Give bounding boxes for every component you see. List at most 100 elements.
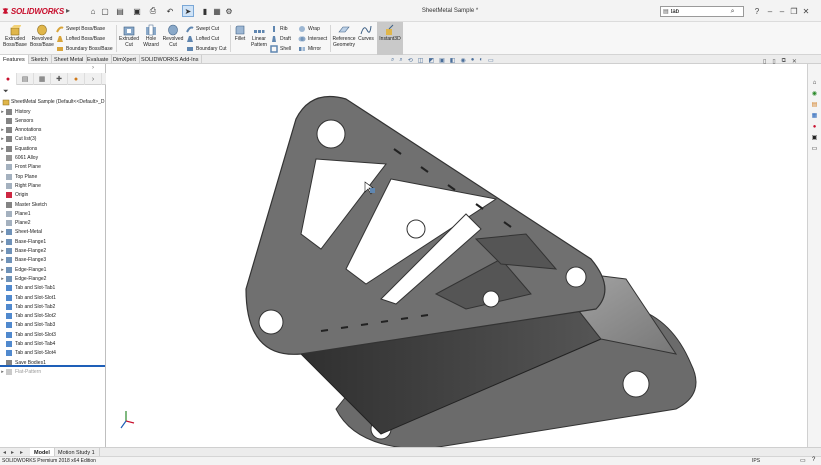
tree-item[interactable]: Plane2 xyxy=(0,219,31,228)
curves-button[interactable]: Curves xyxy=(357,22,375,55)
display-manager-tab-icon[interactable]: ● xyxy=(68,73,85,85)
tab-features[interactable]: Features xyxy=(0,55,29,64)
revolved-boss-button[interactable]: Revolved Boss/Base xyxy=(29,22,55,55)
property-manager-tab-icon[interactable]: ▤ xyxy=(17,73,34,85)
tree-item[interactable]: 6061 Alloy xyxy=(0,154,38,163)
reference-geometry-button[interactable]: Reference Geometry xyxy=(332,22,356,55)
tree-item[interactable]: Origin xyxy=(0,191,28,200)
tree-item[interactable]: Tab and Slot-Tab3 xyxy=(0,321,55,330)
tree-item[interactable]: ▸ Cut list(3) xyxy=(0,135,36,144)
tree-item[interactable]: ▸ History xyxy=(0,107,31,116)
tree-root[interactable]: SheetMetal Sample (Default<<Default>_D xyxy=(2,98,105,106)
search-icon[interactable]: ⌕ xyxy=(731,8,735,16)
extruded-boss-button[interactable]: Extruded Boss/Base xyxy=(2,22,28,55)
wrap-button[interactable]: Wrap xyxy=(298,24,320,33)
search-input[interactable] xyxy=(670,8,731,15)
status-help-icon[interactable]: ? xyxy=(812,457,815,463)
tree-item[interactable]: Right Plane xyxy=(0,181,41,190)
linear-pattern-button[interactable]: Linear Pattern xyxy=(249,22,269,55)
tree-item[interactable]: ▸ Edge-Flange1 xyxy=(0,265,46,274)
minimize-icon[interactable]: – xyxy=(777,6,787,16)
menu-expand-icon[interactable]: ▸ xyxy=(66,6,72,16)
undo-icon[interactable]: ↶ xyxy=(165,6,175,16)
swept-boss-button[interactable]: Swept Boss/Base xyxy=(56,24,105,33)
panel-tabs-more-icon[interactable]: › xyxy=(85,73,102,85)
rib-button[interactable]: Rib xyxy=(270,24,288,33)
rollback-bar[interactable] xyxy=(0,365,105,368)
lofted-cut-button[interactable]: Lofted Cut xyxy=(186,34,219,43)
tree-item[interactable]: Tab and Slot-Tab1 xyxy=(0,284,55,293)
file-explorer-icon[interactable]: ▤ xyxy=(810,100,819,109)
home-icon[interactable]: ⌂ xyxy=(88,6,98,16)
tree-item[interactable]: Tab and Slot-Slot3 xyxy=(0,330,56,339)
save-icon[interactable]: ▣ xyxy=(132,6,142,16)
configuration-manager-tab-icon[interactable]: ▦ xyxy=(34,73,51,85)
tree-item[interactable]: Tab and Slot-Slot2 xyxy=(0,312,56,321)
tree-item[interactable]: Top Plane xyxy=(0,172,37,181)
tab-sheet-metal[interactable]: Sheet Metal xyxy=(51,55,88,64)
close-icon[interactable]: ✕ xyxy=(801,6,811,16)
mirror-button[interactable]: Mirror xyxy=(298,44,321,53)
tree-item[interactable]: ▸ Base-Flange3 xyxy=(0,256,46,265)
filter-icon[interactable]: ⏷ xyxy=(3,88,9,95)
boundary-boss-button[interactable]: Boundary Boss/Base xyxy=(56,44,113,53)
tab-scroll-end-icon[interactable]: ▸ xyxy=(20,449,23,456)
instant3d-button[interactable]: Instant3D xyxy=(377,22,403,55)
print-icon[interactable]: ⎙ xyxy=(148,6,158,16)
tooltips-icon[interactable]: ▭ xyxy=(800,457,806,464)
tab-dimxpert[interactable]: DimXpert xyxy=(110,55,140,64)
tree-item[interactable]: ▸ Base-Flange1 xyxy=(0,237,46,246)
tab-sketch[interactable]: Sketch xyxy=(28,55,52,64)
tab-scroll-right-icon[interactable]: ▸ xyxy=(11,449,14,456)
tree-item[interactable]: Tab and Slot-Tab4 xyxy=(0,340,55,349)
revolved-cut-button[interactable]: Revolved Cut xyxy=(162,22,184,55)
tree-item[interactable]: Front Plane xyxy=(0,163,41,172)
search-box[interactable]: ▤ ⌕ xyxy=(660,6,744,17)
fillet-button[interactable]: Fillet xyxy=(232,22,248,55)
extruded-cut-button[interactable]: Extruded Cut xyxy=(118,22,140,55)
appearances-icon[interactable]: ● xyxy=(810,122,819,131)
tree-item[interactable]: ▸ Flat-Pattern xyxy=(0,367,41,376)
tree-item[interactable]: ▸ Equations xyxy=(0,144,37,153)
options-gear-icon[interactable]: ⚙ xyxy=(224,6,234,16)
hole-wizard-button[interactable]: Hole Wizard xyxy=(141,22,161,55)
tree-item[interactable]: Sensors xyxy=(0,116,33,125)
forum-icon[interactable]: ▭ xyxy=(810,144,819,153)
tree-item[interactable]: ▸ Sheet-Metal xyxy=(0,228,42,237)
lofted-boss-button[interactable]: Lofted Boss/Base xyxy=(56,34,105,43)
dimxpert-manager-tab-icon[interactable]: ✚ xyxy=(51,73,68,85)
feature-manager-tab-icon[interactable]: ● xyxy=(0,73,17,85)
solidworks-resources-icon[interactable]: ⌂ xyxy=(810,78,819,87)
swept-cut-button[interactable]: Swept Cut xyxy=(186,24,219,33)
tab-add-ins[interactable]: SOLIDWORKS Add-Ins xyxy=(138,55,203,64)
graphics-area[interactable]: ⌕ ⌕ ⟲ ◫ ◩ ▣ ◧ ◉ ● ◐ ▭ ▯ ▯ ⧉ ✕ xyxy=(106,57,807,447)
help-icon[interactable]: ? xyxy=(752,6,762,16)
tree-item[interactable]: Master Sketch xyxy=(0,200,47,209)
boundary-cut-button[interactable]: Boundary Cut xyxy=(186,44,227,53)
shell-button[interactable]: Shell xyxy=(270,44,291,53)
tree-item[interactable]: ▸ Base-Flange2 xyxy=(0,247,46,256)
tree-item[interactable]: Tab and Slot-Slot1 xyxy=(0,293,56,302)
tree-item[interactable]: ▸ Annotations xyxy=(0,126,41,135)
draft-button[interactable]: Draft xyxy=(270,34,291,43)
file-properties-icon[interactable]: ▦ xyxy=(212,6,222,16)
select-cursor-icon[interactable]: ➤ xyxy=(182,5,194,17)
solidworks-logo[interactable]: SOLIDWORKS xyxy=(2,4,64,18)
new-document-icon[interactable]: ▢ xyxy=(100,6,110,16)
intersect-button[interactable]: Intersect xyxy=(298,34,327,43)
open-folder-icon[interactable]: ▤ xyxy=(115,6,125,16)
custom-properties-icon[interactable]: ▣ xyxy=(810,133,819,142)
tree-item[interactable]: Plane1 xyxy=(0,209,31,218)
view-palette-icon[interactable]: ▦ xyxy=(810,111,819,120)
tab-scroll-left-icon[interactable]: ◂ xyxy=(3,449,6,456)
sheet-metal-model[interactable] xyxy=(106,64,807,447)
restore-icon[interactable]: ❐ xyxy=(789,6,799,16)
tab-evaluate[interactable]: Evaluate xyxy=(84,55,113,64)
panel-collapse-icon[interactable]: › xyxy=(92,65,94,71)
units-indicator[interactable]: IPS xyxy=(752,458,760,464)
tree-item[interactable]: Tab and Slot-Slot4 xyxy=(0,349,56,358)
tree-item[interactable]: ▸ Edge-Flange2 xyxy=(0,274,46,283)
design-library-icon[interactable]: ◉ xyxy=(810,89,819,98)
rebuild-icon[interactable]: ▮ xyxy=(200,6,210,16)
collapse-ribbon-icon[interactable]: – xyxy=(765,6,775,16)
